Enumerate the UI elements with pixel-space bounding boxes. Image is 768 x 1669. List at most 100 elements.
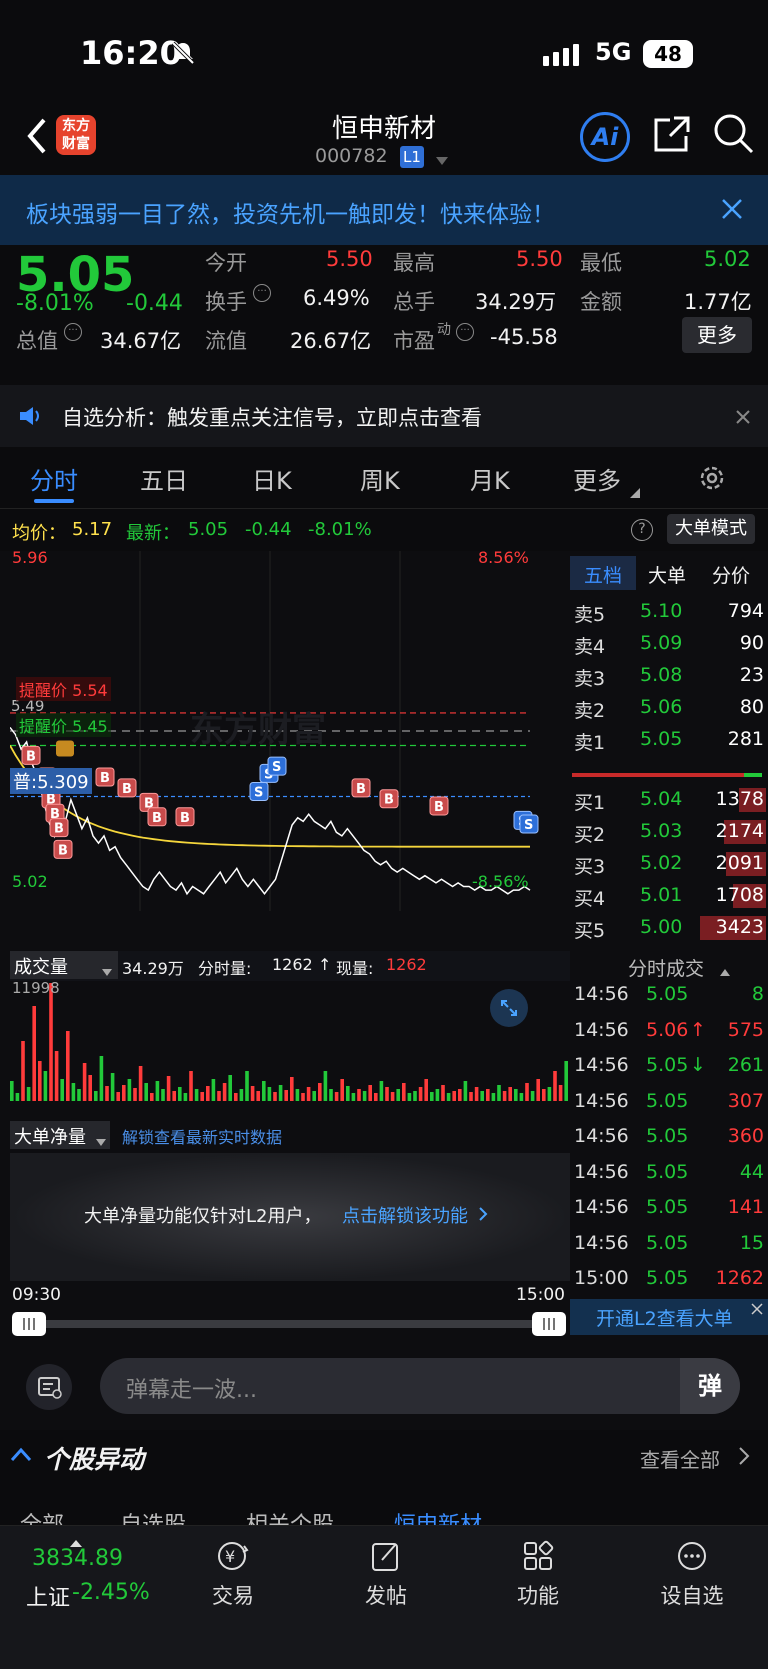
info-icon[interactable]: ··· xyxy=(456,323,474,341)
subtab-watchlist[interactable]: 自选股 xyxy=(120,1507,186,1525)
notice-text[interactable]: 自选分析：触发重点关注信号，立即点击查看 xyxy=(62,402,482,432)
trade-price: 5.05 xyxy=(646,1125,689,1147)
tab-price-split[interactable]: 分价 xyxy=(712,561,750,588)
volume-bar xyxy=(564,1061,568,1101)
range-handle-right[interactable] xyxy=(532,1312,566,1336)
ask-price: 5.06 xyxy=(640,696,683,718)
volume-bar xyxy=(82,1063,87,1101)
tab-monthly-k[interactable]: 月K xyxy=(470,461,510,496)
volume-bar xyxy=(346,1086,350,1101)
bid-volume: 2174 xyxy=(715,820,764,842)
close-icon[interactable] xyxy=(720,197,744,221)
dropdown-icon[interactable] xyxy=(436,152,448,165)
trade-price: 5.05 xyxy=(646,1054,689,1076)
info-icon[interactable]: ··· xyxy=(64,323,82,341)
bignet-unlock-link[interactable]: 解锁查看最新实时数据 xyxy=(122,1124,282,1148)
function-label[interactable]: 功能 xyxy=(483,1580,593,1610)
trade-icon[interactable]: ¥ xyxy=(214,1538,250,1574)
caret-up-icon[interactable] xyxy=(720,961,730,976)
bignet-selector[interactable]: 大单净量 xyxy=(10,1121,110,1149)
tab-daily-k[interactable]: 日K xyxy=(252,461,292,496)
share-icon[interactable] xyxy=(652,112,692,156)
help-icon[interactable]: ? xyxy=(631,519,653,541)
danmaku-input[interactable]: 弹幕走一波... 弹 xyxy=(100,1358,740,1414)
l2-upgrade-text[interactable]: 开通L2查看大单 xyxy=(596,1304,733,1331)
chevron-up-icon[interactable] xyxy=(10,1446,32,1462)
banner-text[interactable]: 板块强弱一目了然，投资先机一触即发！快来体验！ xyxy=(26,195,555,229)
function-icon[interactable] xyxy=(520,1538,556,1574)
add-watchlist-icon[interactable] xyxy=(674,1538,710,1574)
volume-label: 总手 xyxy=(393,290,435,314)
subtab-related[interactable]: 相关个股 xyxy=(246,1507,334,1525)
expand-icon[interactable] xyxy=(490,989,528,1027)
tab-5day[interactable]: 五日 xyxy=(140,461,188,496)
trade-label[interactable]: 交易 xyxy=(178,1580,288,1610)
close-icon[interactable] xyxy=(735,409,751,425)
ask-row[interactable]: 卖5 5.10 794 xyxy=(570,596,768,629)
notice-bar[interactable]: 自选分析：触发重点关注信号，立即点击查看 xyxy=(0,385,768,447)
post-label[interactable]: 发帖 xyxy=(331,1580,441,1610)
bid-label: 买4 xyxy=(574,888,606,910)
low-value: 5.02 xyxy=(704,247,751,271)
chevron-right-icon[interactable] xyxy=(738,1446,750,1466)
mute-icon xyxy=(170,40,196,66)
view-all-link[interactable]: 查看全部 xyxy=(640,1444,720,1473)
subtab-all[interactable]: 全部 xyxy=(20,1507,64,1525)
volume-bar xyxy=(211,1079,216,1101)
alert-high-label[interactable]: 提醒价 5.54 xyxy=(16,677,111,701)
danmaku-send-button[interactable]: 弹 xyxy=(680,1358,740,1414)
big-order-mode-button[interactable]: 大单模式 xyxy=(667,514,755,544)
bid-row[interactable]: 买5 5.00 3423 xyxy=(570,912,768,945)
intraday-chart[interactable]: 东方财富 BBBBBBBBBBBBBBSSSSS 5.96 8.56% 5.02… xyxy=(10,548,570,951)
time-end: 15:00 xyxy=(516,1285,565,1305)
bid-row[interactable]: 买3 5.02 2091 xyxy=(570,848,768,881)
volume-bar xyxy=(558,1085,563,1101)
tab-more[interactable]: 更多 xyxy=(573,461,621,496)
l2-upgrade-banner[interactable]: 开通L2查看大单 xyxy=(570,1299,768,1335)
range-handle-left[interactable] xyxy=(12,1312,46,1336)
volume-selector[interactable]: 成交量 xyxy=(10,951,118,979)
tab-weekly-k[interactable]: 周K xyxy=(360,461,400,496)
time-start: 09:30 xyxy=(12,1285,61,1305)
t-signal-icon[interactable] xyxy=(56,740,74,757)
ai-button[interactable]: Ai xyxy=(580,112,630,162)
post-icon[interactable] xyxy=(368,1538,404,1574)
index-name[interactable]: 上证 xyxy=(26,1580,70,1612)
ask-volume: 90 xyxy=(739,632,764,654)
bignet-message: 大单净量功能仅针对L2用户， xyxy=(84,1206,322,1227)
tab-intraday[interactable]: 分时 xyxy=(30,461,78,496)
info-icon[interactable]: ··· xyxy=(253,284,271,302)
pct-max-label: 8.56% xyxy=(478,548,529,567)
bid-row[interactable]: 买1 5.04 1378 xyxy=(570,784,768,817)
add-watchlist-label[interactable]: 设自选 xyxy=(637,1580,747,1610)
index-pct[interactable]: -2.45% xyxy=(72,1580,150,1605)
buy-signal-glyph: B xyxy=(356,782,366,797)
settings-icon[interactable] xyxy=(697,463,727,493)
close-icon[interactable] xyxy=(750,1301,764,1315)
ask-row[interactable]: 卖3 5.08 23 xyxy=(570,660,768,693)
intraday-chart-svg[interactable]: 东方财富 BBBBBBBBBBBBBBSSSSS xyxy=(10,551,570,951)
pe-value: -45.58 xyxy=(490,325,558,349)
tab-five-level[interactable]: 五档 xyxy=(584,561,622,588)
marker-price-label[interactable]: 普:5.309 xyxy=(10,768,92,794)
danmaku-settings-icon[interactable] xyxy=(26,1364,72,1410)
more-button[interactable]: 更多 xyxy=(682,317,752,353)
bid-row[interactable]: 买4 5.01 1708 xyxy=(570,880,768,913)
alert-low-label[interactable]: 提醒价 5.45 xyxy=(16,713,111,737)
bid-row[interactable]: 买2 5.03 2174 xyxy=(570,816,768,849)
subtab-current-stock[interactable]: 恒申新材 xyxy=(394,1507,482,1525)
volume-bar xyxy=(329,1089,333,1101)
search-icon[interactable] xyxy=(712,112,756,156)
bignet-message-link[interactable]: 点击解锁该功能 xyxy=(342,1202,468,1228)
range-track[interactable] xyxy=(24,1320,554,1328)
tab-big-order[interactable]: 大单 xyxy=(648,561,686,588)
orderbook-panel: 五档 大单 分价 卖5 5.10 794 卖4 5.09 90 卖3 5.08 23… xyxy=(570,551,768,951)
tab-underline xyxy=(34,499,74,503)
volume-bar xyxy=(542,1089,546,1101)
promo-banner[interactable]: 板块强弱一目了然，投资先机一触即发！快来体验！ xyxy=(0,175,768,245)
ask-row[interactable]: 卖2 5.06 80 xyxy=(570,692,768,725)
volume-bar xyxy=(49,983,53,1101)
ask-row[interactable]: 卖1 5.05 281 xyxy=(570,724,768,757)
index-value[interactable]: 3834.89 xyxy=(32,1546,123,1571)
ask-row[interactable]: 卖4 5.09 90 xyxy=(570,628,768,661)
